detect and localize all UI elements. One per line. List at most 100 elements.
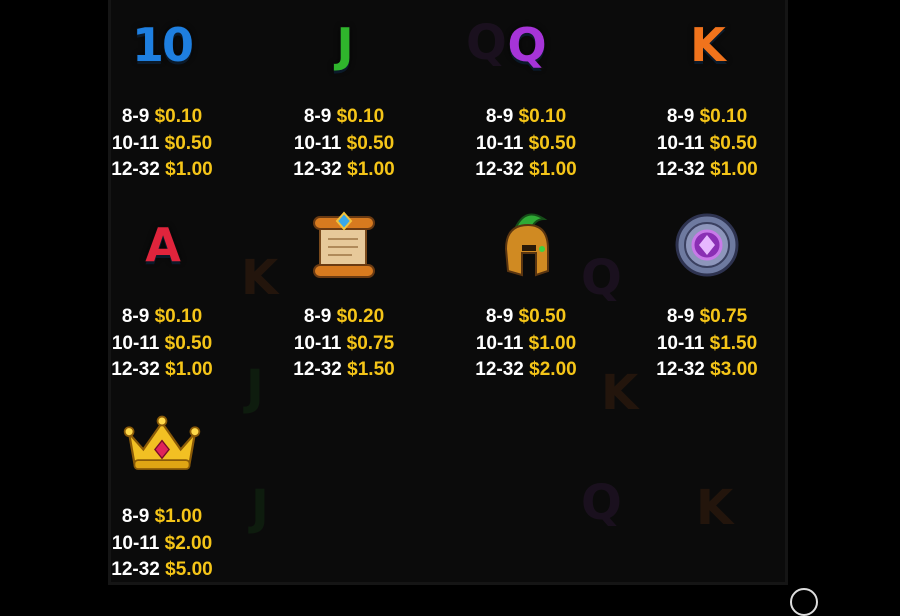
queen-symbol-letter: Q bbox=[506, 17, 547, 73]
pay-range: 8-9 bbox=[666, 306, 695, 327]
pay-range: 10-11 bbox=[656, 132, 705, 154]
pay-range: 12-32 bbox=[656, 159, 705, 180]
pay-row: 12-32 $1.00 bbox=[253, 157, 435, 184]
pay-range: 8-9 bbox=[121, 506, 150, 527]
paytable-cell-scroll: 8-9 $0.20 10-11 $0.75 12-32 $1.50 bbox=[253, 200, 435, 400]
pay-range: 12-32 bbox=[475, 359, 524, 380]
pay-range: 12-32 bbox=[293, 359, 342, 380]
corner-round-button[interactable] bbox=[790, 588, 818, 616]
pay-row: 8-9 $1.00 bbox=[71, 504, 253, 531]
pay-range: 12-32 bbox=[656, 359, 705, 380]
ten-symbol-icon: 10 bbox=[122, 5, 202, 85]
bg-king-glyph: K bbox=[696, 480, 734, 536]
paytable-cell-helmet: 8-9 $0.50 10-11 $1.00 12-32 $2.00 bbox=[435, 200, 617, 400]
pay-value: $0.50 bbox=[164, 132, 213, 154]
pay-table: 8-9 $0.50 10-11 $1.00 12-32 $2.00 bbox=[435, 304, 617, 384]
paytable-cell-shield: 8-9 $0.75 10-11 $1.50 12-32 $3.00 bbox=[616, 200, 798, 400]
pay-value: $0.75 bbox=[699, 306, 748, 327]
pay-range: 10-11 bbox=[111, 532, 160, 554]
pay-table: 8-9 $0.10 10-11 $0.50 12-32 $1.00 bbox=[71, 104, 253, 184]
pay-row: 10-11 $1.00 bbox=[435, 331, 617, 358]
jack-symbol-icon: J bbox=[304, 5, 384, 85]
pay-value: $1.00 bbox=[165, 359, 213, 380]
pay-row: 12-32 $1.50 bbox=[253, 357, 435, 384]
paytable-cell-crown: 8-9 $1.00 10-11 $2.00 12-32 $5.00 bbox=[71, 400, 253, 600]
pay-value: $0.10 bbox=[336, 106, 385, 127]
pay-value: $2.00 bbox=[529, 359, 577, 380]
pay-value: $1.00 bbox=[710, 159, 758, 180]
pay-value: $5.00 bbox=[165, 559, 213, 580]
pay-table: 8-9 $1.00 10-11 $2.00 12-32 $5.00 bbox=[71, 504, 253, 584]
pay-row: 8-9 $0.75 bbox=[616, 304, 798, 331]
pay-row: 8-9 $0.10 bbox=[616, 104, 798, 131]
pay-row: 10-11 $0.50 bbox=[435, 131, 617, 158]
pay-value: $1.00 bbox=[347, 159, 395, 180]
pay-value: $0.50 bbox=[346, 132, 395, 154]
pay-range: 12-32 bbox=[111, 159, 160, 180]
paytable-cell-jack: J 8-9 $0.10 10-11 $0.50 12-32 $1.00 bbox=[253, 0, 435, 200]
pay-row: 8-9 $0.10 bbox=[435, 104, 617, 131]
pay-range: 12-32 bbox=[293, 159, 342, 180]
pay-row: 10-11 $2.00 bbox=[71, 531, 253, 558]
bg-queen-glyph: Q bbox=[581, 475, 622, 531]
pay-table: 8-9 $0.10 10-11 $0.50 12-32 $1.00 bbox=[71, 304, 253, 384]
pay-value: $0.10 bbox=[699, 106, 748, 127]
paytable-cell-queen: Q 8-9 $0.10 10-11 $0.50 12-32 $1.00 bbox=[435, 0, 617, 200]
pay-row: 12-32 $1.00 bbox=[616, 157, 798, 184]
king-symbol-letter: K bbox=[689, 17, 727, 73]
pay-table: 8-9 $0.10 10-11 $0.50 12-32 $1.00 bbox=[253, 104, 435, 184]
pay-row: 12-32 $5.00 bbox=[71, 557, 253, 584]
pay-range: 8-9 bbox=[303, 306, 332, 327]
pay-row: 12-32 $3.00 bbox=[616, 357, 798, 384]
pay-row: 8-9 $0.10 bbox=[71, 304, 253, 331]
ten-symbol-letter: 10 bbox=[131, 17, 195, 73]
pay-range: 8-9 bbox=[121, 106, 150, 127]
pay-value: $0.75 bbox=[346, 332, 395, 354]
pay-value: $0.50 bbox=[709, 132, 758, 154]
pay-value: $0.10 bbox=[154, 106, 203, 127]
paytable-cell-king: K 8-9 $0.10 10-11 $0.50 12-32 $1.00 bbox=[616, 0, 798, 200]
pay-row: 12-32 $1.00 bbox=[71, 157, 253, 184]
paytable-cell-ace: A 8-9 $0.10 10-11 $0.50 12-32 $1.00 bbox=[71, 200, 253, 400]
pay-range: 8-9 bbox=[485, 306, 514, 327]
jack-symbol-letter: J bbox=[335, 17, 354, 73]
pay-range: 10-11 bbox=[656, 332, 705, 354]
pay-table: 8-9 $0.20 10-11 $0.75 12-32 $1.50 bbox=[253, 304, 435, 384]
pay-value: $1.50 bbox=[709, 332, 758, 354]
pay-value: $0.50 bbox=[164, 332, 213, 354]
pay-row: 10-11 $0.50 bbox=[616, 131, 798, 158]
paytable-cell-ten: 10 8-9 $0.10 10-11 $0.50 12-32 $1.00 bbox=[71, 0, 253, 200]
pay-row: 8-9 $0.10 bbox=[71, 104, 253, 131]
pay-table: 8-9 $0.10 10-11 $0.50 12-32 $1.00 bbox=[435, 104, 617, 184]
pay-table: 8-9 $0.10 10-11 $0.50 12-32 $1.00 bbox=[616, 104, 798, 184]
helmet-symbol-icon bbox=[486, 205, 566, 285]
pay-value: $1.00 bbox=[528, 332, 577, 354]
pay-value: $0.50 bbox=[518, 306, 567, 327]
ace-symbol-letter: A bbox=[144, 217, 182, 273]
pay-value: $1.50 bbox=[347, 359, 395, 380]
pay-range: 12-32 bbox=[111, 359, 160, 380]
queen-symbol-icon: Q bbox=[486, 5, 566, 85]
pay-row: 10-11 $0.50 bbox=[253, 131, 435, 158]
pay-range: 10-11 bbox=[111, 132, 160, 154]
pay-range: 10-11 bbox=[293, 132, 342, 154]
pay-range: 10-11 bbox=[111, 332, 160, 354]
pay-range: 12-32 bbox=[111, 559, 160, 580]
pay-row: 10-11 $1.50 bbox=[616, 331, 798, 358]
pay-row: 8-9 $0.20 bbox=[253, 304, 435, 331]
pay-range: 8-9 bbox=[666, 106, 695, 127]
shield-symbol-icon bbox=[667, 205, 747, 285]
ace-symbol-icon: A bbox=[122, 205, 202, 285]
pay-row: 12-32 $1.00 bbox=[71, 357, 253, 384]
pay-value: $0.10 bbox=[154, 306, 203, 327]
pay-value: $1.00 bbox=[529, 159, 577, 180]
pay-row: 12-32 $1.00 bbox=[435, 157, 617, 184]
pay-value: $1.00 bbox=[154, 506, 203, 527]
pay-row: 12-32 $2.00 bbox=[435, 357, 617, 384]
pay-range: 10-11 bbox=[475, 132, 524, 154]
pay-range: 10-11 bbox=[475, 332, 524, 354]
pay-row: 8-9 $0.50 bbox=[435, 304, 617, 331]
pay-value: $2.00 bbox=[164, 532, 213, 554]
scroll-symbol-icon bbox=[304, 205, 384, 285]
pay-value: $0.20 bbox=[336, 306, 385, 327]
